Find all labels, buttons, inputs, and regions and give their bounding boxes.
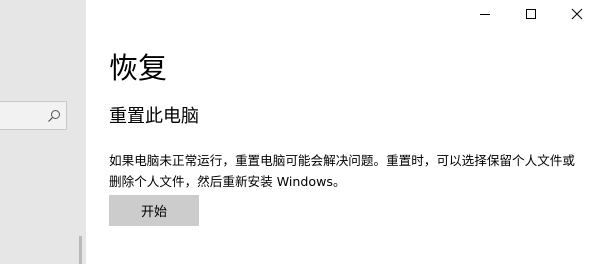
start-button[interactable]: 开始 [109,195,199,226]
close-button[interactable] [554,0,600,28]
section-description: 如果电脑未正常运行，重置电脑可能会解决问题。重置时，可以选择保留个人文件或删除个… [109,153,575,189]
close-icon [571,8,583,20]
maximize-icon [526,9,536,19]
settings-window: 恢复 重置此电脑 如果电脑未正常运行，重置电脑可能会解决问题。重置时，可以选择保… [0,0,600,264]
maximize-button[interactable] [508,0,554,28]
sidebar [0,0,86,264]
minimize-button[interactable] [462,0,508,28]
window-controls [462,0,600,28]
page-title: 恢复 [109,51,168,85]
sidebar-scrollbar[interactable] [79,236,82,264]
search-input[interactable] [0,101,67,130]
section-title: 重置此电脑 [109,106,199,127]
search-icon[interactable] [47,109,61,123]
minimize-icon [480,14,490,15]
